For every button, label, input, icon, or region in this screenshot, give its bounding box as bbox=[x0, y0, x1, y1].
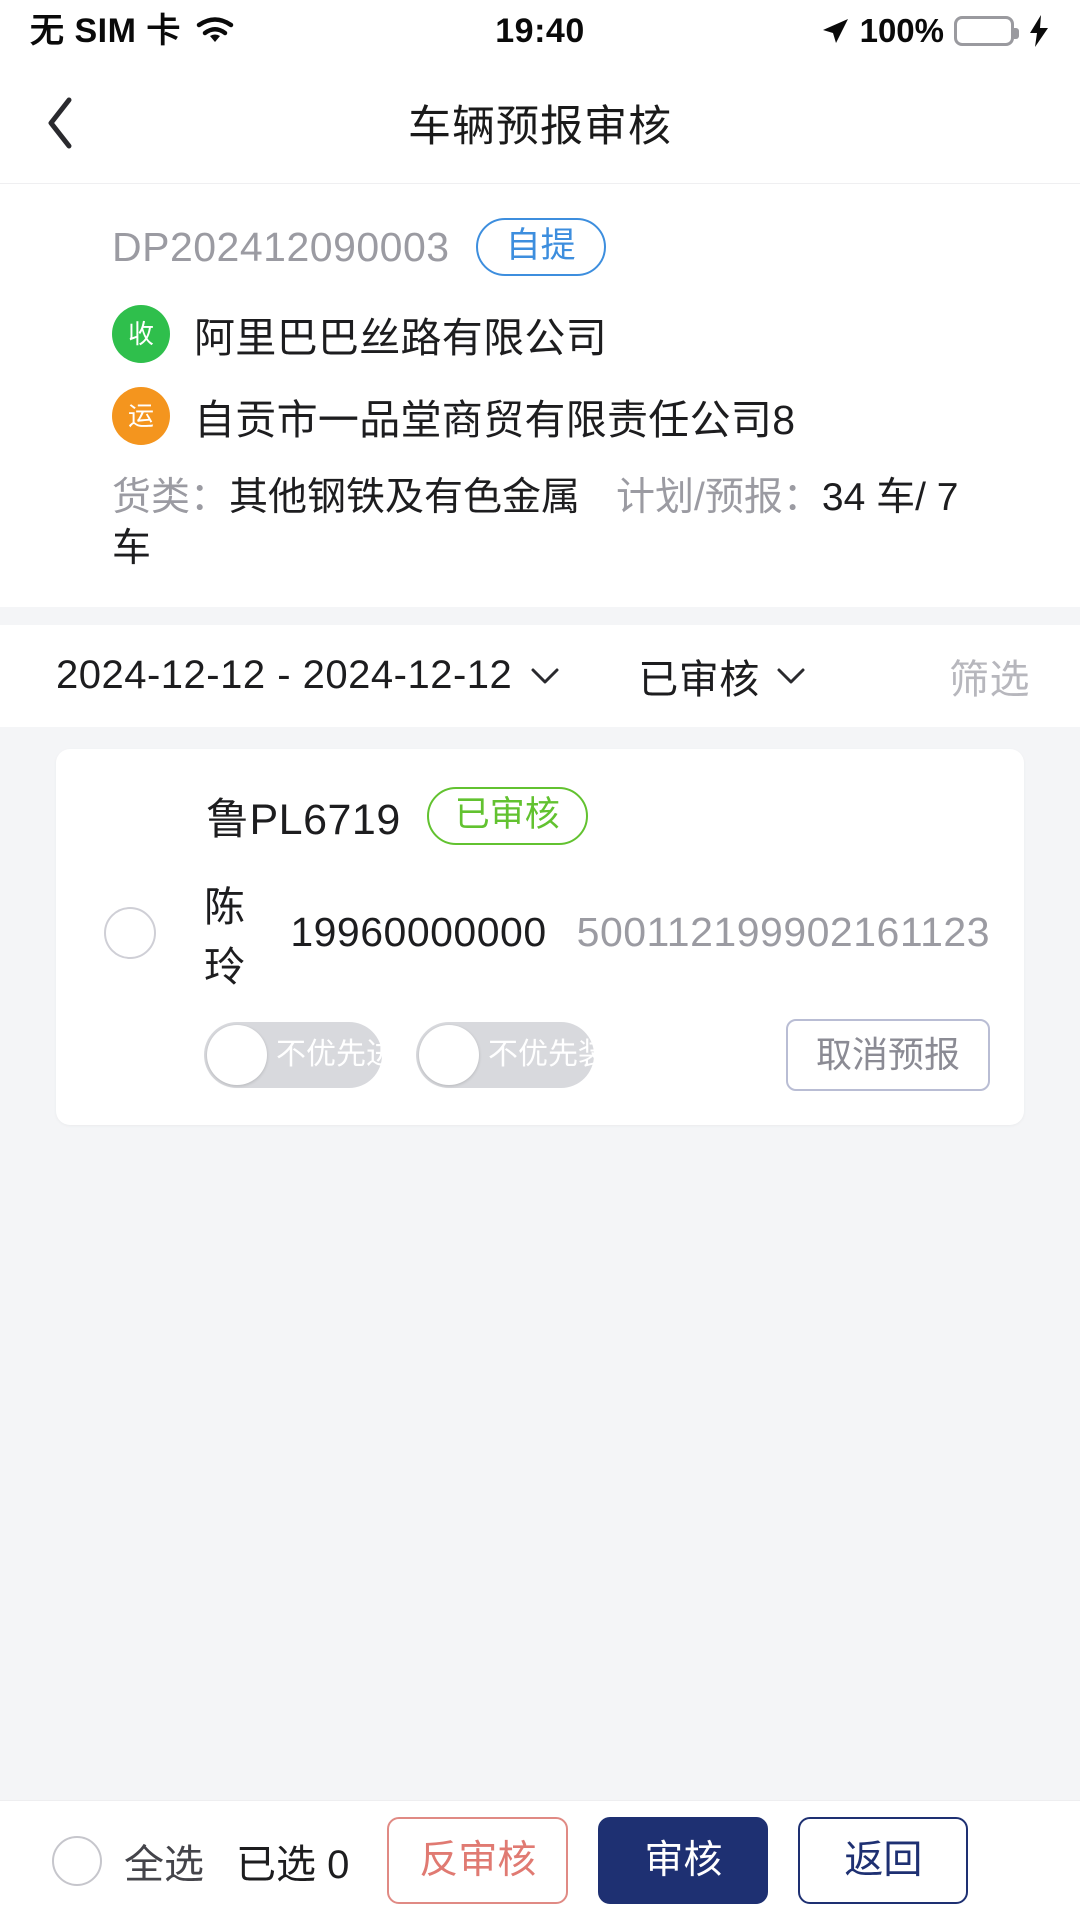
priority-entry-toggle[interactable]: 不优先进 bbox=[204, 1021, 396, 1088]
vehicle-status-badge: 已审核 bbox=[426, 786, 588, 845]
select-all-checkbox[interactable] bbox=[52, 1835, 102, 1886]
charging-bolt-icon bbox=[1028, 15, 1050, 47]
battery-percent-label: 100% bbox=[859, 12, 944, 49]
shipper-row: 运 自贡市一品堂商贸有限责任公司8 bbox=[0, 386, 1080, 446]
unreview-button[interactable]: 反审核 bbox=[387, 1817, 569, 1904]
status-bar-left: 无 SIM 卡 bbox=[30, 14, 235, 48]
audit-status-selector[interactable]: 已审核 bbox=[638, 647, 806, 705]
back-button[interactable] bbox=[0, 62, 120, 183]
audit-status-label: 已审核 bbox=[638, 657, 760, 702]
shipper-badge-icon: 运 bbox=[112, 387, 170, 445]
status-bar: 无 SIM 卡 19:40 100% bbox=[0, 0, 1080, 62]
cargo-type-value: 其他钢铁及有色金属 bbox=[229, 476, 581, 519]
app-screen: 无 SIM 卡 19:40 100% 车辆预报审核 DP202412090003… bbox=[0, 0, 1080, 1920]
section-divider bbox=[0, 606, 1080, 625]
order-summary-card: DP202412090003 自提 收 阿里巴巴丝路有限公司 运 自贡市一品堂商… bbox=[0, 184, 1080, 607]
page-title: 车辆预报审核 bbox=[408, 102, 672, 151]
vehicle-list: 鲁PL6719 已审核 陈玲 19960000000 5001121999021… bbox=[0, 726, 1080, 1800]
vehicle-actions-row: 不优先进 不优先装 取消预报 bbox=[90, 1018, 990, 1091]
filter-button[interactable]: 筛选 bbox=[949, 647, 1030, 705]
nav-bar: 车辆预报审核 bbox=[0, 62, 1080, 184]
delivery-type-badge: 自提 bbox=[475, 218, 606, 276]
date-range-label: 2024-12-12 - 2024-12-12 bbox=[56, 653, 513, 698]
vehicle-card: 鲁PL6719 已审核 陈玲 19960000000 5001121999021… bbox=[56, 748, 1024, 1125]
receiver-name: 阿里巴巴丝路有限公司 bbox=[194, 315, 607, 361]
vehicle-select-checkbox[interactable] bbox=[104, 906, 156, 959]
review-button[interactable]: 审核 bbox=[598, 1817, 769, 1904]
selected-count: 已选 0 bbox=[236, 1842, 350, 1887]
driver-id-number: 500112199902161123 bbox=[576, 909, 990, 956]
cancel-forecast-button[interactable]: 取消预报 bbox=[785, 1018, 990, 1091]
battery-icon bbox=[954, 16, 1019, 46]
driver-name: 陈玲 bbox=[204, 883, 245, 990]
toggle-knob bbox=[207, 1024, 267, 1085]
filter-bar: 2024-12-12 - 2024-12-12 已审核 筛选 bbox=[0, 624, 1080, 727]
toggle-knob bbox=[419, 1024, 479, 1085]
priority-loading-toggle[interactable]: 不优先装 bbox=[416, 1021, 608, 1088]
bottom-action-bar: 全选 已选 0 反审核 审核 返回 bbox=[0, 1800, 1080, 1920]
shipper-name: 自贡市一品堂商贸有限责任公司8 bbox=[194, 397, 796, 443]
vehicle-plate-number: 鲁PL6719 bbox=[206, 795, 401, 844]
plan-forecast-label: 计划/预报： bbox=[616, 476, 822, 519]
receiver-row: 收 阿里巴巴丝路有限公司 bbox=[0, 304, 1080, 364]
driver-phone: 19960000000 bbox=[290, 909, 547, 956]
vehicle-driver-row: 陈玲 19960000000 500112199902161123 bbox=[90, 873, 990, 993]
select-all-label[interactable]: 全选 bbox=[124, 1832, 204, 1890]
cargo-info-row: 货类：其他钢铁及有色金属 计划/预报：34 车/ 7 车 bbox=[0, 472, 1080, 575]
wifi-icon bbox=[195, 16, 235, 46]
cargo-type-label: 货类： bbox=[112, 476, 230, 519]
carrier-label: 无 SIM 卡 bbox=[30, 12, 181, 50]
chevron-left-icon bbox=[43, 95, 77, 151]
vehicle-plate-row: 鲁PL6719 已审核 bbox=[90, 785, 990, 847]
order-number-row: DP202412090003 自提 bbox=[0, 218, 1080, 276]
priority-loading-toggle-label: 不优先装 bbox=[488, 1037, 608, 1071]
receiver-badge-icon: 收 bbox=[112, 305, 170, 363]
priority-entry-toggle-label: 不优先进 bbox=[276, 1037, 396, 1071]
chevron-down-icon bbox=[530, 667, 560, 685]
location-arrow-icon bbox=[820, 16, 850, 46]
chevron-down-icon bbox=[776, 667, 806, 685]
status-bar-right: 100% bbox=[820, 12, 1050, 50]
return-button[interactable]: 返回 bbox=[798, 1817, 969, 1904]
order-number: DP202412090003 bbox=[112, 223, 450, 270]
date-range-selector[interactable]: 2024-12-12 - 2024-12-12 bbox=[56, 653, 560, 698]
